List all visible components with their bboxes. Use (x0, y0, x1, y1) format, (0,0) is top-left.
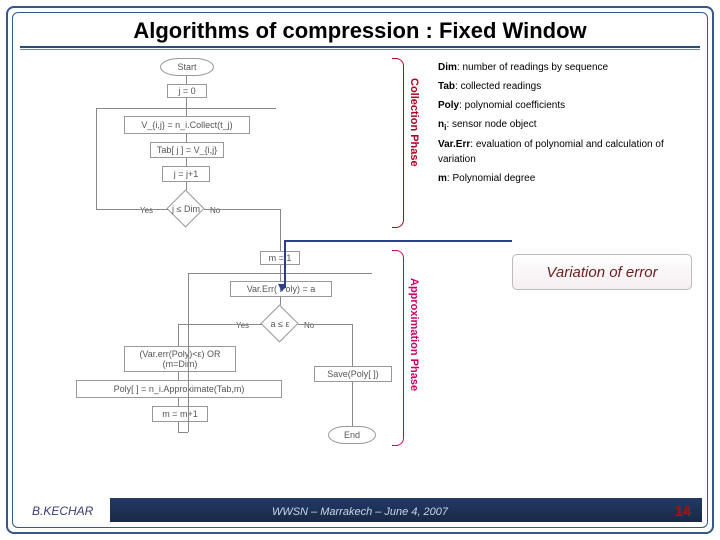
arrow (352, 382, 353, 426)
collection-phase-label: Collection Phase (408, 78, 420, 167)
approx-phase-label: Approximation Phase (408, 278, 420, 391)
arrow (96, 209, 168, 210)
arrow (280, 273, 281, 281)
arrow (178, 372, 179, 380)
callout-arrow (284, 240, 286, 288)
save-node: Save(Poly[ ]) (314, 366, 392, 382)
arrow (178, 432, 188, 433)
page-number: 14 (674, 502, 690, 518)
yes-label: Yes (140, 206, 153, 215)
collection-brace (392, 58, 404, 228)
callout-arrow (284, 240, 512, 242)
arrow (96, 108, 97, 209)
flowchart: Start j = 0 V_{i,j} = n_i.Collect(t_j) T… (32, 58, 392, 500)
legend: Dim: number of readings by sequence Tab:… (438, 58, 698, 190)
arrow (178, 398, 179, 406)
legend-varerr: Var.Err: evaluation of polynomial and ca… (438, 137, 698, 167)
j-inc-node: j = j+1 (162, 166, 210, 182)
arrow (186, 76, 187, 84)
collect-node: V_{i,j} = n_i.Collect(t_j) (124, 116, 250, 134)
arrow (178, 324, 262, 325)
m-init-node: m = 1 (260, 251, 300, 265)
legend-ni: ni: sensor node object (438, 117, 698, 133)
variation-error-callout: Variation of error (512, 254, 692, 290)
break-cond-node: (Var.err(Poly)<ε) OR (m=Dim) (124, 346, 236, 372)
title-underline (20, 46, 700, 48)
legend-tab: Tab: collected readings (438, 79, 698, 94)
arrow (352, 324, 353, 366)
arrow (186, 98, 187, 108)
legend-dim: Dim: number of readings by sequence (438, 60, 698, 75)
approx-brace (392, 250, 404, 446)
arrow (178, 324, 179, 346)
arrow (298, 324, 352, 325)
title-underline-thin (20, 49, 700, 50)
tab-assign-node: Tab[ j ] = V_{i,j} (150, 142, 224, 158)
callout-arrow-head (278, 284, 286, 292)
yes-label: Yes (236, 321, 249, 330)
arrow (186, 182, 187, 190)
no-label: No (210, 206, 220, 215)
conference-label: WWSN – Marrakech – June 4, 2007 (0, 506, 720, 518)
arrow (186, 134, 187, 142)
arrow (186, 158, 187, 166)
j-test-node: j ≤ Dim (167, 190, 205, 228)
arrow (186, 108, 187, 116)
start-node: Start (160, 58, 214, 76)
approx-node: Poly[ ] = n_i.Approximate(Tab,m) (76, 380, 282, 398)
a-test-node: a ≤ ε (261, 305, 299, 343)
arrow (280, 297, 281, 305)
m-inc-node: m = m+1 (152, 406, 208, 422)
arrow (178, 422, 179, 432)
slide-title: Algorithms of compression : Fixed Window (0, 18, 720, 44)
arrow (188, 273, 189, 432)
no-label: No (304, 321, 314, 330)
end-node: End (328, 426, 376, 444)
legend-poly: Poly: polynomial coefficients (438, 98, 698, 113)
arrow (204, 209, 280, 210)
j-init-node: j = 0 (167, 84, 207, 98)
arrow (280, 265, 281, 273)
legend-m: m: Polynomial degree (438, 171, 698, 186)
arrow (280, 209, 281, 251)
